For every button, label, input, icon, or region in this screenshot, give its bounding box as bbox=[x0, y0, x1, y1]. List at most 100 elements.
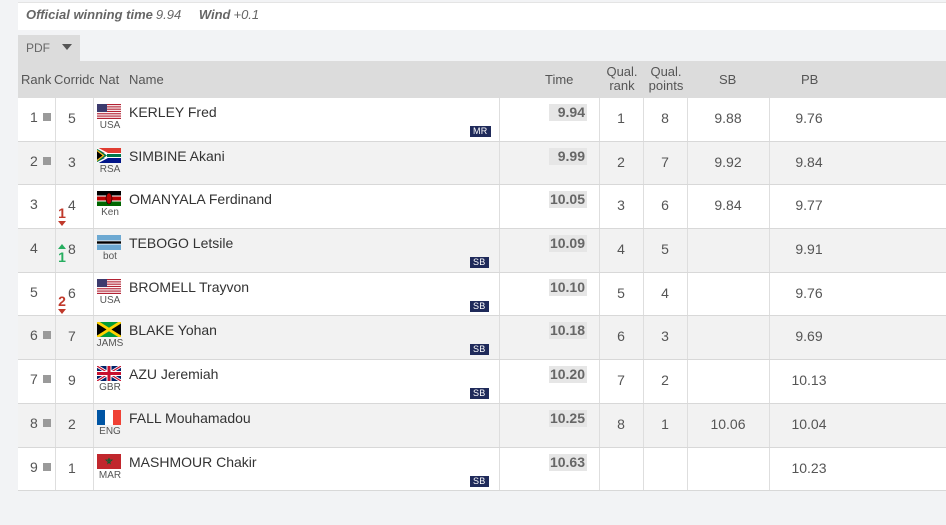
official-result-line: Official winning time 9.94 Wind +0.1 bbox=[26, 7, 273, 22]
col-divider bbox=[769, 360, 770, 403]
qual-rank-value: 5 bbox=[617, 284, 625, 301]
table-row[interactable]: 8 2 ENG FALL Mouhamadou 10.25 8 1 10.06 … bbox=[18, 403, 946, 448]
arrow-up-icon bbox=[58, 244, 66, 250]
col-qual-rank[interactable]: Qual. rank bbox=[605, 65, 639, 93]
rank-cell: 2 bbox=[30, 153, 68, 169]
no-change-icon bbox=[42, 375, 51, 384]
nat-code: GBR bbox=[99, 382, 121, 394]
mar-flag-icon bbox=[97, 453, 121, 469]
col-time[interactable]: Time bbox=[545, 72, 573, 87]
col-divider bbox=[599, 185, 600, 229]
col-rank[interactable]: Rank bbox=[21, 72, 51, 87]
corridor-value: 7 bbox=[68, 328, 76, 345]
corridor-value: 4 bbox=[68, 197, 76, 214]
col-qual-points-line1: Qual. bbox=[650, 64, 682, 79]
col-divider bbox=[687, 185, 688, 229]
col-sb[interactable]: SB bbox=[719, 72, 736, 87]
table-row[interactable]: 31 4 Ken OMANYALA Ferdinand 10.05 3 6 9.… bbox=[18, 185, 946, 230]
time-value: 10.18 bbox=[549, 322, 587, 340]
col-divider bbox=[769, 403, 770, 447]
qual-rank-value: 1 bbox=[617, 110, 625, 126]
pdf-dropdown-button[interactable]: PDF bbox=[18, 35, 80, 61]
col-divider bbox=[687, 141, 688, 185]
qual-rank-value: 8 bbox=[617, 415, 625, 432]
gbr-flag-icon bbox=[97, 366, 121, 382]
time-value: 9.99 bbox=[549, 147, 587, 165]
personal-best-value: 9.76 bbox=[795, 284, 823, 301]
athlete-name-link[interactable]: FALL Mouhamadou bbox=[129, 410, 251, 426]
col-qual-points-line2: points bbox=[648, 78, 684, 93]
rank-cell: 31 bbox=[30, 196, 68, 227]
rank-value: 1 bbox=[30, 109, 38, 125]
table-row[interactable]: 7 9 GBR AZU Jeremiah SB 10.20 7 2 10.13 bbox=[18, 360, 946, 404]
qual-points-value: 2 bbox=[661, 372, 669, 389]
corridor-value: 5 bbox=[68, 110, 76, 126]
athlete-name-link[interactable]: MASHMOUR Chakir bbox=[129, 454, 257, 470]
corridor-value: 9 bbox=[68, 372, 76, 389]
col-divider bbox=[687, 403, 688, 447]
nat-code: JAMS bbox=[96, 338, 124, 350]
athlete-name-link[interactable]: BROMELL Trayvon bbox=[129, 279, 249, 295]
col-divider bbox=[687, 316, 688, 360]
col-divider bbox=[643, 447, 644, 491]
athlete-name-link[interactable]: AZU Jeremiah bbox=[129, 366, 218, 382]
table-row[interactable]: 2 3 RSA SIMBINE Akani 9.99 2 7 9.92 9.84 bbox=[18, 141, 946, 186]
official-time-label: Official winning time bbox=[26, 7, 153, 22]
qual-points-value: 7 bbox=[661, 153, 669, 170]
col-divider bbox=[499, 141, 500, 185]
athlete-name-link[interactable]: BLAKE Yohan bbox=[129, 322, 217, 338]
rank-cell: 41 bbox=[30, 240, 68, 264]
col-divider bbox=[687, 360, 688, 403]
rank-change-value: 1 bbox=[58, 205, 66, 222]
qual-points-value: 5 bbox=[661, 241, 669, 258]
rank-cell: 8 bbox=[30, 415, 68, 431]
rsa-flag-icon bbox=[97, 147, 121, 163]
corridor-value: 8 bbox=[68, 241, 76, 258]
athlete-name-link[interactable]: KERLEY Fred bbox=[129, 104, 217, 120]
season-best-value: 9.92 bbox=[714, 153, 742, 170]
rank-value: 6 bbox=[30, 327, 38, 344]
qual-rank-value: 6 bbox=[617, 328, 625, 345]
col-divider bbox=[643, 141, 644, 185]
corridor-value: 3 bbox=[68, 153, 76, 170]
record-badge: SB bbox=[470, 388, 489, 400]
time-value: 10.25 bbox=[549, 409, 587, 427]
rank-value: 4 bbox=[30, 240, 38, 257]
record-badge: MR bbox=[470, 126, 491, 137]
col-qual-points[interactable]: Qual. points bbox=[646, 65, 686, 93]
col-divider bbox=[687, 229, 688, 272]
bot-flag-icon bbox=[97, 235, 121, 251]
col-corridor[interactable]: Corrido bbox=[54, 72, 94, 87]
qual-points-value: 3 bbox=[661, 328, 669, 345]
col-divider bbox=[599, 360, 600, 403]
table-row[interactable]: 41 8 bot TEBOGO Letsile SB 10.09 4 5 9.9… bbox=[18, 229, 946, 273]
athlete-name-link[interactable]: OMANYALA Ferdinand bbox=[129, 191, 272, 207]
rank-cell: 6 bbox=[30, 327, 68, 343]
table-row[interactable]: 52 6 USA BROMELL Trayvon SB 10.10 5 4 9.… bbox=[18, 272, 946, 317]
table-footer-space bbox=[18, 493, 946, 525]
table-row[interactable]: 1 5 USA KERLEY Fred MR 9.94 1 8 9.88 9.7… bbox=[18, 98, 946, 142]
rank-value: 9 bbox=[30, 458, 38, 475]
nat-code: ENG bbox=[99, 425, 121, 437]
col-divider bbox=[499, 272, 500, 316]
rank-change-value: 1 bbox=[58, 249, 66, 266]
col-nat[interactable]: Nat bbox=[99, 72, 119, 87]
col-divider bbox=[499, 185, 500, 229]
rank-cell: 1 bbox=[30, 109, 68, 125]
personal-best-value: 10.23 bbox=[791, 459, 827, 476]
col-name[interactable]: Name bbox=[129, 72, 164, 87]
qual-rank-value: 2 bbox=[617, 153, 625, 170]
personal-best-value: 9.77 bbox=[795, 197, 823, 214]
record-badge: SB bbox=[470, 475, 489, 487]
col-pb[interactable]: PB bbox=[801, 72, 818, 87]
table-row[interactable]: 9 1 MAR MASHMOUR Chakir SB 10.63 10.23 bbox=[18, 447, 946, 492]
col-divider bbox=[599, 229, 600, 272]
rank-value: 3 bbox=[30, 196, 38, 213]
athlete-name-link[interactable]: TEBOGO Letsile bbox=[129, 235, 233, 251]
col-divider bbox=[643, 98, 644, 141]
table-row[interactable]: 6 7 JAMS BLAKE Yohan SB 10.18 6 3 9.69 bbox=[18, 316, 946, 361]
col-divider bbox=[499, 98, 500, 141]
rank-change-down: 2 bbox=[56, 294, 68, 314]
corridor-value: 2 bbox=[68, 415, 76, 432]
athlete-name-link[interactable]: SIMBINE Akani bbox=[129, 148, 225, 164]
